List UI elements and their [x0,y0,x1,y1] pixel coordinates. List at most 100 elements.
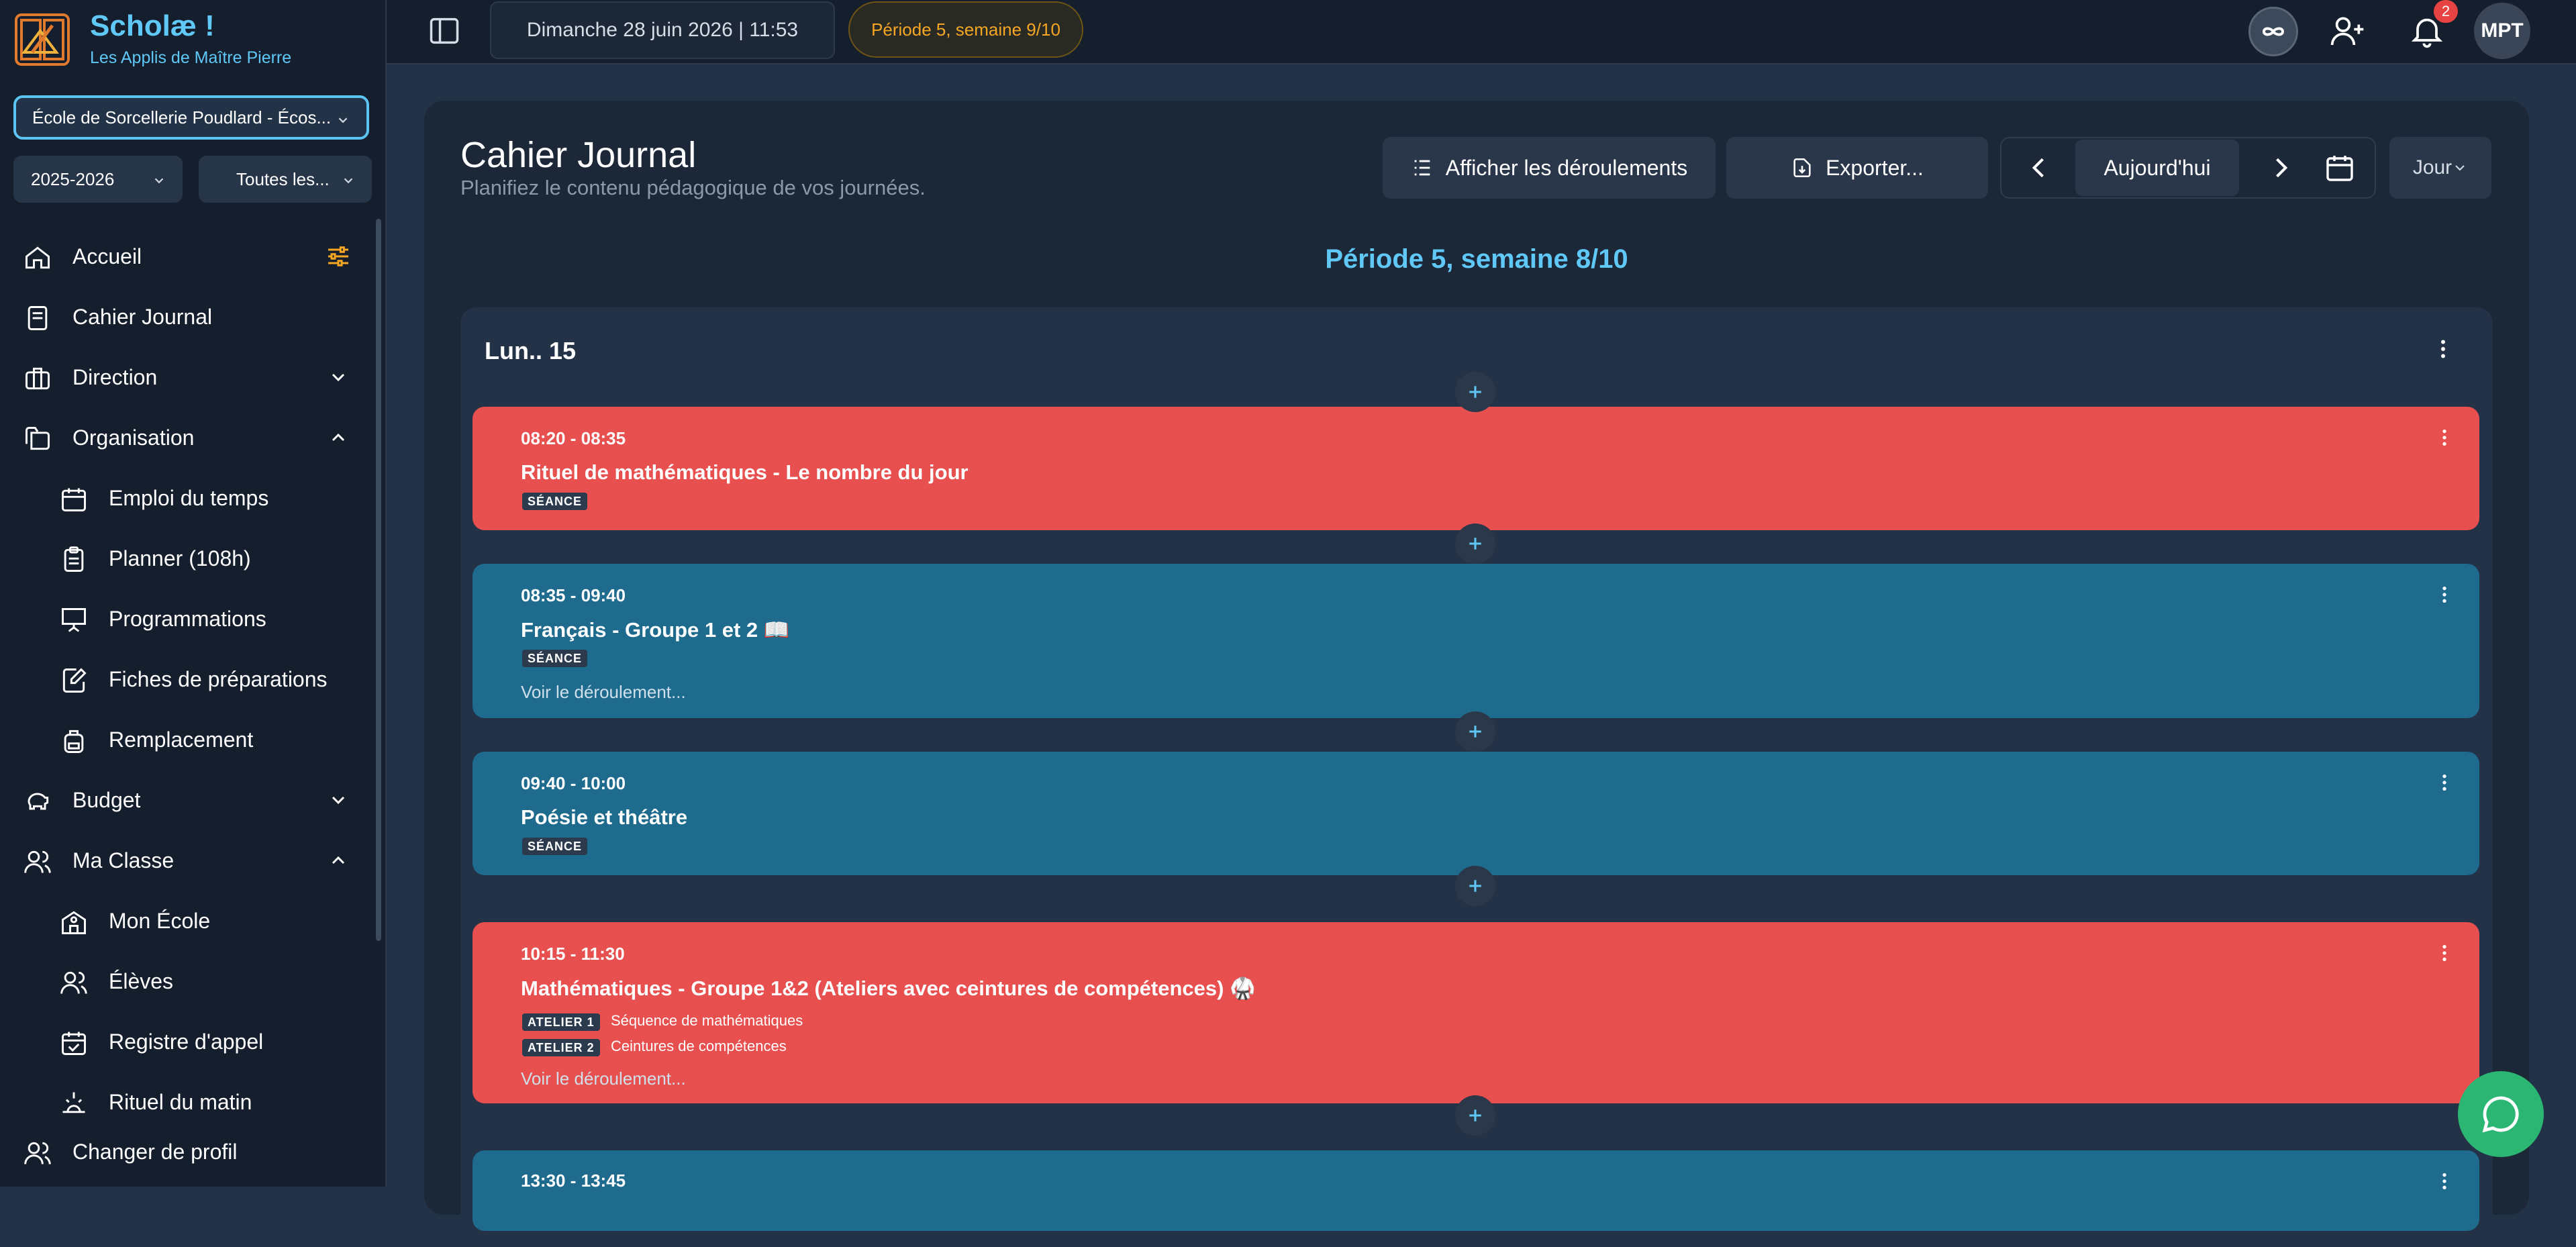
plus-icon [1469,386,1481,398]
home-icon [26,246,50,269]
file-download-icon [1793,158,1811,178]
sidebar-item-cahier-journal[interactable]: Cahier Journal [0,290,362,344]
slot-time: 08:20 - 08:35 [521,428,626,448]
school-select[interactable]: École de Sorcellerie Poudlard - Écos... [13,95,369,140]
add-slot-button[interactable] [1455,1095,1495,1136]
add-user-icon[interactable] [2329,12,2367,50]
sidebar-item-organisation[interactable]: Organisation [0,411,362,464]
sidebar-item-accueil[interactable]: Accueil [0,230,362,283]
sidebar: Scholæ ! Les Applis de Maître Pierre Éco… [0,0,387,1187]
chat-button[interactable] [2458,1071,2544,1157]
top-bar: Dimanche 28 juin 2026 | 11:53 Période 5,… [387,0,2576,64]
export-label: Exporter... [1826,155,1924,180]
chevron-up-icon [332,856,345,864]
sliders-icon[interactable] [325,243,352,270]
sidebar-item-label: Élèves [109,968,174,993]
slot-title: Français - Groupe 1 et 2 📖 [521,618,790,642]
sidebar-item-fiches-de-preparations[interactable]: Fiches de préparations [0,652,362,706]
sidebar-item-label: Organisation [72,425,195,450]
infinity-button[interactable] [2248,7,2298,56]
view-select[interactable]: Jour [2389,137,2491,199]
export-button[interactable]: Exporter... [1726,137,1988,199]
edit-file-icon [62,668,87,693]
school-select-value: École de Sorcellerie Poudlard - Écos... [32,107,332,128]
sidebar-item-label: Mon École [109,908,211,933]
sidebar-item-label: Accueil [72,244,142,268]
slot-menu-icon[interactable] [2434,584,2455,605]
users-icon [24,1142,51,1164]
calendar-check-icon [62,1032,86,1055]
sidebar-item-label: Changer de profil [72,1139,238,1164]
day-label: Lun.. 15 [485,337,577,364]
sidebar-item-mon-ecole[interactable]: Mon École [0,894,362,948]
atelier-tag: ATELIER 1 [522,1013,600,1031]
sidebar-item-eleves[interactable]: Élèves [0,954,362,1008]
slot-card[interactable]: 10:15 - 11:30 Mathématiques - Groupe 1&2… [473,922,2479,1103]
day-menu-icon[interactable] [2431,337,2455,361]
sunrise-icon [62,1092,85,1113]
atelier-text: Séquence de mathématiques [611,1012,803,1029]
slot-card[interactable]: 08:20 - 08:35 Rituel de mathématiques - … [473,407,2479,530]
avatar[interactable]: MPT [2474,3,2530,59]
group-select[interactable]: Toutes les... [199,156,372,203]
show-steps-label: Afficher les déroulements [1445,155,1688,180]
atelier-tag: ATELIER 2 [522,1039,600,1056]
sidebar-item-changer-de-profil[interactable]: Changer de profil [0,1125,362,1179]
app-name: Scholæ ! [90,9,215,42]
sidebar-item-label: Planner (108h) [109,546,251,570]
slot-card[interactable]: 13:30 - 13:45 [473,1150,2479,1231]
add-slot-button[interactable] [1455,866,1495,906]
sidebar-item-remplacement[interactable]: Remplacement [0,713,362,766]
slot-menu-icon[interactable] [2434,772,2455,793]
add-slot-button[interactable] [1455,372,1495,412]
slot-menu-icon[interactable] [2434,1170,2455,1192]
sidebar-item-label: Emploi du temps [109,485,269,510]
slot-title: Mathématiques - Groupe 1&2 (Ateliers ave… [521,977,1256,1000]
sidebar-item-programmations[interactable]: Programmations [0,592,362,646]
slot-type-tag: SÉANCE [522,493,588,510]
sidebar-item-emploi-du-temps[interactable]: Emploi du temps [0,471,362,525]
sidebar-item-rituel-du-matin[interactable]: Rituel du matin [0,1075,362,1129]
slot-title: Poésie et théâtre [521,805,688,829]
sidebar-item-ma-classe[interactable]: Ma Classe [0,834,362,887]
see-steps-link[interactable]: Voir le déroulement... [521,1068,686,1089]
presentation-icon [62,608,86,632]
chevron-down-icon [344,178,353,184]
slot-type-tag: SÉANCE [522,838,588,855]
slot-time: 08:35 - 09:40 [521,585,626,605]
sidebar-item-label: Direction [72,364,158,389]
add-slot-button[interactable] [1455,711,1495,752]
today-button[interactable]: Aujourd'hui [2075,140,2239,196]
sidebar-item-planner[interactable]: Planner (108h) [0,532,362,585]
sidebar-item-direction[interactable]: Direction [0,350,362,404]
calendar-icon[interactable] [2324,152,2356,184]
year-select[interactable]: 2025-2026 [13,156,183,203]
slot-card[interactable]: 09:40 - 10:00 Poésie et théâtre SÉANCE [473,752,2479,875]
sidebar-item-label: Budget [72,787,141,812]
year-select-value: 2025-2026 [31,168,115,189]
see-steps-link[interactable]: Voir le déroulement... [521,682,686,703]
sidebar-scrollbar[interactable] [376,219,381,941]
slot-card[interactable]: 08:35 - 09:40 Français - Groupe 1 et 2 📖… [473,564,2479,718]
folders-icon [26,427,50,450]
app-logo-icon[interactable] [12,11,72,68]
chevron-up-icon [332,433,345,442]
sidebar-item-budget[interactable]: Budget [0,773,362,827]
slot-menu-icon[interactable] [2434,942,2455,964]
sidebar-item-label: Remplacement [109,727,254,752]
chevron-down-icon [338,117,348,123]
users-icon [24,850,51,873]
chevron-right-icon[interactable] [2266,153,2295,183]
show-steps-button[interactable]: Afficher les déroulements [1383,137,1716,199]
plus-icon [1469,1109,1481,1121]
sidebar-item-registre-d-appel[interactable]: Registre d'appel [0,1015,362,1068]
sidebar-toggle-icon[interactable] [427,13,462,48]
slot-menu-icon[interactable] [2434,427,2455,448]
sidebar-item-label: Ma Classe [72,848,175,872]
backpack-icon [64,730,84,753]
page-title: Cahier Journal [460,135,697,175]
add-slot-button[interactable] [1455,523,1495,564]
chevron-left-icon[interactable] [2024,153,2054,183]
users-icon [60,971,87,994]
chat-bubble-icon [2482,1096,2519,1133]
